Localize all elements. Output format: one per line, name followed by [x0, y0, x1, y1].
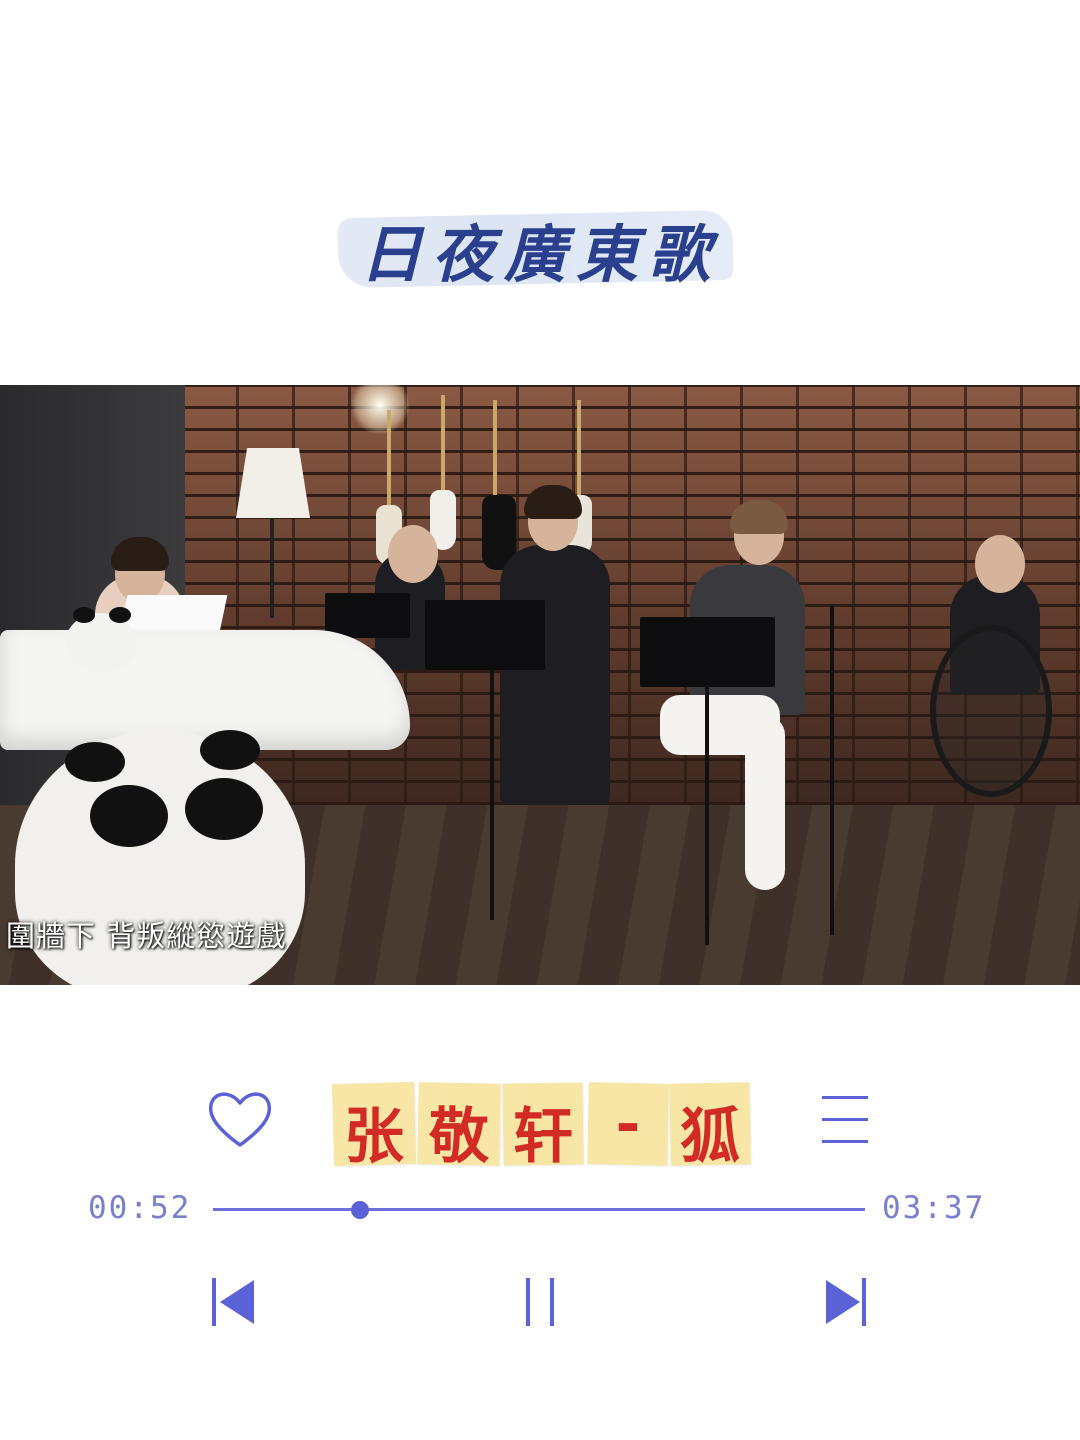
- panda-ear: [109, 607, 131, 623]
- white-piano: [0, 630, 410, 750]
- song-title-char: 敬: [429, 1102, 489, 1172]
- music-stand-pole: [705, 685, 709, 945]
- drum-kit: [930, 625, 1052, 797]
- video-frame[interactable]: 圍牆下 背叛縱慾遊戲: [0, 385, 1080, 985]
- video-subtitle: 圍牆下 背叛縱慾遊戲: [6, 919, 287, 953]
- song-title-char: -: [615, 1088, 641, 1158]
- time-elapsed: 00:52: [88, 1190, 192, 1226]
- song-title-char: 狐: [680, 1102, 740, 1172]
- next-icon[interactable]: [818, 1274, 878, 1330]
- drummer-head: [975, 535, 1025, 593]
- singer-right-leg: [745, 715, 785, 890]
- panda-eye: [90, 785, 168, 847]
- music-stand: [640, 617, 775, 687]
- song-title-char: 轩: [513, 1102, 573, 1172]
- progress-track[interactable]: [213, 1208, 865, 1211]
- panda-ear: [65, 742, 125, 782]
- previous-icon[interactable]: [206, 1274, 266, 1330]
- singer-left: [500, 545, 610, 805]
- music-stand: [325, 593, 410, 638]
- music-stand-pole: [490, 670, 494, 920]
- small-panda-plush: [65, 607, 137, 673]
- song-title-char: 张: [344, 1102, 404, 1172]
- time-total: 03:37: [882, 1190, 986, 1226]
- pause-icon[interactable]: [512, 1274, 572, 1330]
- music-stand: [425, 600, 545, 670]
- heart-icon[interactable]: [205, 1085, 275, 1155]
- mic-stand-pole: [830, 605, 834, 935]
- progress-knob[interactable]: [351, 1201, 370, 1219]
- title-banner: 日夜廣東歌: [330, 190, 750, 300]
- menu-icon[interactable]: [822, 1094, 870, 1146]
- floor-lamp-shade: [236, 448, 310, 518]
- guitarist-head: [388, 525, 438, 583]
- panda-eye: [185, 778, 263, 840]
- panda-ear: [200, 730, 260, 770]
- floor-lamp-pole: [270, 518, 274, 618]
- page-title: 日夜廣東歌: [359, 218, 720, 291]
- panda-ear: [73, 607, 95, 623]
